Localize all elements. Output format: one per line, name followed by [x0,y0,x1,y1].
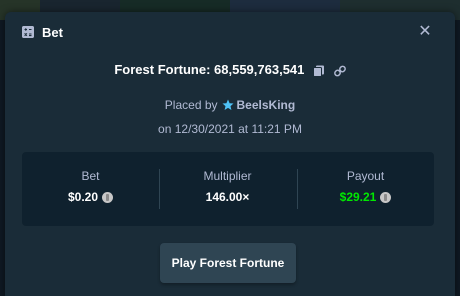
bet-stats-panel: Bet $0.20 Multiplier 146.00× Payout $29.… [22,152,434,226]
bet-stat: Bet $0.20 [22,152,159,226]
multiplier-stat: Multiplier 146.00× [159,152,296,226]
link-icon[interactable] [333,65,346,77]
bet-label: Bet [81,169,100,183]
payout-value: $29.21 [339,190,377,204]
bet-ticket-icon [22,26,34,38]
game-id-line: Forest Fortune: 68,559,763,541 [5,62,455,77]
modal-title: Bet [42,25,63,40]
bet-value: $0.20 [67,190,99,204]
game-bet-id: Forest Fortune: 68,559,763,541 [114,62,305,77]
currency-coin-icon [380,192,392,203]
username-link[interactable]: BeelsKing [237,98,296,112]
modal-header: Bet ✕ [5,12,455,52]
bet-modal: Bet ✕ Forest Fortune: 68,559,763,541 Pla… [5,12,455,296]
placed-by-label: Placed by [164,98,218,112]
play-game-button[interactable]: Play Forest Fortune [160,243,296,283]
bet-timestamp: on 12/30/2021 at 11:21 PM [158,122,302,136]
payout-label: Payout [346,169,385,183]
multiplier-label: Multiplier [203,169,252,183]
close-icon[interactable]: ✕ [417,24,433,40]
placed-by-line: Placed by BeelsKing [5,98,455,114]
currency-coin-icon [102,192,114,203]
payout-value-row: $29.21 [297,190,434,204]
bet-value-row: $0.20 [22,190,159,204]
copy-icon[interactable] [313,65,325,77]
vip-star-icon [222,99,234,114]
multiplier-value: 146.00× [205,190,250,204]
payout-stat: Payout $29.21 [297,152,434,226]
